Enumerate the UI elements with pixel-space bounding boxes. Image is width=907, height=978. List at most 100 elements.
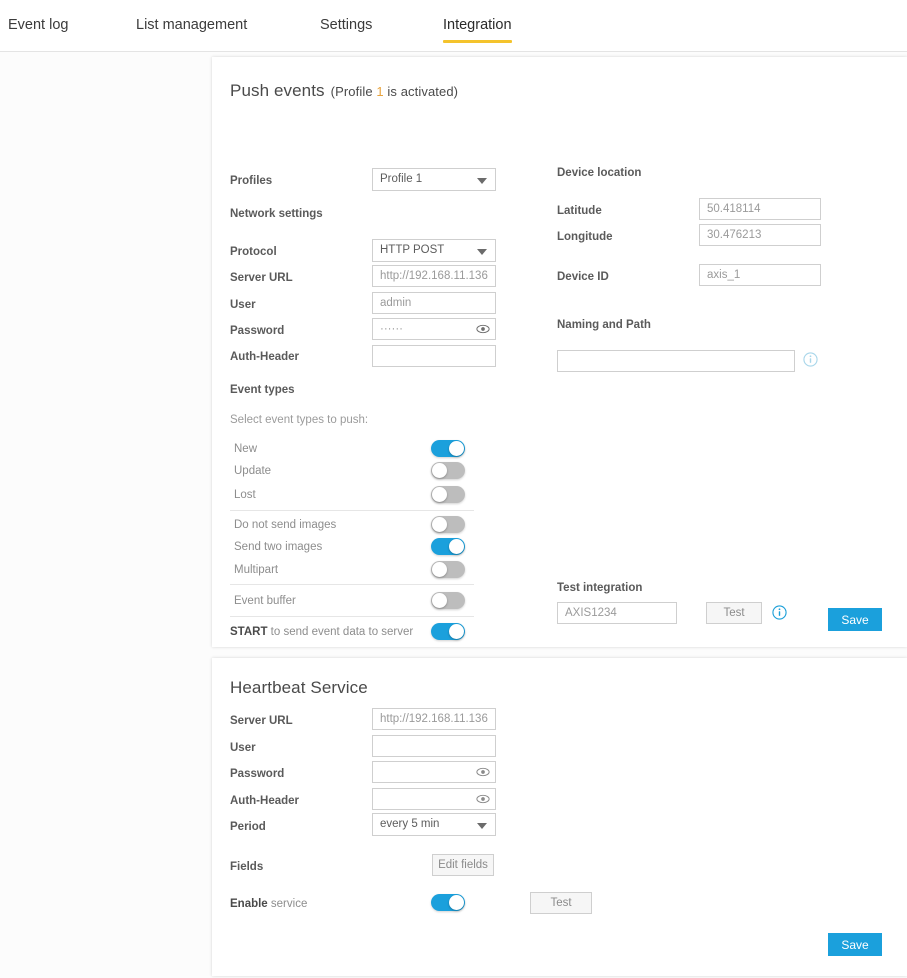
protocol-select[interactable]: HTTP POST [372,239,496,262]
info-icon[interactable] [772,605,787,620]
longitude-label: Longitude [557,231,613,243]
toggle-send-two-images[interactable] [431,538,465,555]
heartbeat-save-button[interactable]: Save [828,933,882,956]
toggle-knob [449,441,464,456]
naming-and-path-label: Naming and Path [557,319,651,331]
test-button-label: Test [723,607,745,619]
profiles-label: Profiles [230,175,273,187]
toggle-knob [432,463,447,478]
push-events-save-button[interactable]: Save [828,608,882,631]
eye-icon[interactable] [476,765,490,779]
tab-settings[interactable]: Settings [320,0,372,52]
network-settings-label: Network settings [230,208,323,220]
heartbeat-auth-header-input[interactable] [372,788,496,810]
eye-icon[interactable] [476,322,490,336]
heartbeat-period-select[interactable]: every 5 min [372,813,496,836]
heartbeat-period-label: Period [230,821,266,833]
protocol-select-value: HTTP POST [380,244,445,256]
heartbeat-test-label: Test [550,897,572,909]
toggle-enable-service[interactable] [431,894,465,911]
longitude-input[interactable]: 30.476213 [699,224,821,246]
heartbeat-server-url-label: Server URL [230,715,293,727]
toggle-label-multipart: Multipart [234,564,279,576]
heartbeat-server-url-input[interactable]: http://192.168.11.136:8090 [372,708,496,730]
event-types-label: Event types [230,384,295,396]
server-url-label: Server URL [230,272,293,284]
edit-fields-label: Edit fields [438,859,488,871]
tab-label: Settings [320,17,373,33]
heartbeat-user-input[interactable] [372,735,496,757]
toggle-event-buffer[interactable] [431,592,465,609]
active-profile-number: 1 [376,84,384,99]
toggle-knob [449,624,464,639]
toggle-update[interactable] [431,462,465,479]
push-events-title-text: Push events [230,81,325,100]
heartbeat-title: Heartbeat Service [230,678,368,698]
test-integration-value: AXIS1234 [565,607,617,619]
info-icon[interactable] [803,352,818,367]
device-id-input[interactable]: axis_1 [699,264,821,286]
heartbeat-test-button[interactable]: Test [530,892,592,914]
longitude-value: 30.476213 [707,229,762,241]
toggle-label-lost: Lost [234,489,256,501]
tab-bar: Event log List management Settings Integ… [0,0,907,52]
device-id-label: Device ID [557,271,609,283]
latitude-input[interactable]: 50.418114 [699,198,821,220]
profiles-select[interactable]: Profile 1 [372,168,496,191]
heartbeat-password-input[interactable] [372,761,496,783]
auth-header-label: Auth-Header [230,351,300,363]
toggle-do-not-send-images[interactable] [431,516,465,533]
toggle-knob [432,593,447,608]
test-integration-button[interactable]: Test [706,602,762,624]
password-input[interactable]: ······ [372,318,496,340]
toggle-label-event-buffer: Event buffer [234,595,296,607]
device-id-value: axis_1 [707,269,741,281]
password-label: Password [230,325,285,337]
test-integration-label: Test integration [557,582,643,594]
toggle-label-update: Update [234,465,272,477]
toggle-label-do-not-send-images: Do not send images [234,519,337,531]
heartbeat-auth-header-label: Auth-Header [230,795,300,807]
push-events-title: Push events (Profile 1 is activated) [230,81,458,101]
toggle-label-send-two-images: Send two images [234,541,323,553]
latitude-value: 50.418114 [707,203,761,215]
user-label: User [230,299,256,311]
toggle-new[interactable] [431,440,465,457]
protocol-label: Protocol [230,246,277,258]
toggle-start-send-event-data[interactable] [431,623,465,640]
push-events-card: Push events (Profile 1 is activated) Prof… [212,57,907,647]
save-button-label: Save [841,937,869,952]
tab-integration[interactable]: Integration [443,0,512,52]
latitude-label: Latitude [557,205,602,217]
heartbeat-title-text: Heartbeat Service [230,678,368,697]
device-location-label: Device location [557,167,642,179]
toggle-lost[interactable] [431,486,465,503]
tab-event-log[interactable]: Event log [8,0,68,52]
heartbeat-fields-label: Fields [230,861,264,873]
top-navigation: Event log List management Settings Integ… [0,0,907,52]
chevron-down-icon [477,248,487,255]
password-value: ······ [380,323,403,335]
tab-list-management[interactable]: List management [136,0,247,52]
heartbeat-period-value: every 5 min [380,818,440,830]
eye-icon[interactable] [476,792,490,806]
heartbeat-server-url-value: http://192.168.11.136:8090 [380,713,488,725]
chevron-down-icon [477,822,487,829]
heartbeat-service-card: Heartbeat Service Server URL http://192.… [212,658,907,976]
user-input[interactable]: admin [372,292,496,314]
naming-and-path-input[interactable] [557,350,795,372]
server-url-input[interactable]: http://192.168.11.136:8090 [372,265,496,287]
toggle-multipart[interactable] [431,561,465,578]
edit-fields-button[interactable]: Edit fields [432,854,494,876]
toggle-knob [432,562,447,577]
auth-header-input[interactable] [372,345,496,367]
tab-label: Integration [443,17,512,33]
toggle-knob [432,517,447,532]
server-url-value: http://192.168.11.136:8090 [380,270,488,282]
enable-keyword: Enable [230,898,268,910]
divider [230,616,474,617]
test-integration-input[interactable]: AXIS1234 [557,602,677,624]
active-tab-underline [443,40,512,43]
start-send-label: START to send event data to server [230,626,414,638]
push-events-status: (Profile 1 is activated) [330,84,459,99]
